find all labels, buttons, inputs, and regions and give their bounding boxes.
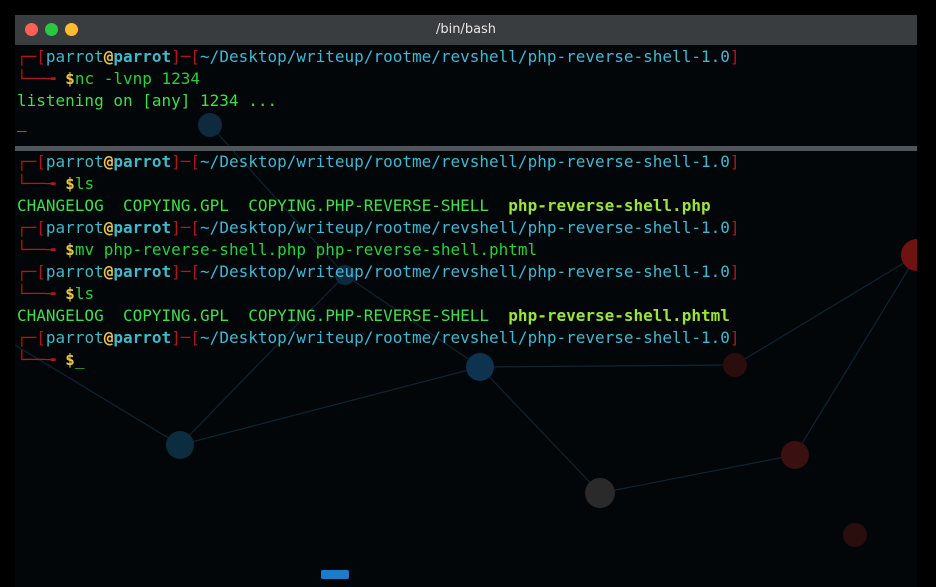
- command-line: └──╼ $mv php-reverse-shell.php php-rever…: [17, 240, 538, 259]
- prompt-line: ┌─[parrot@parrot]─[~/Desktop/writeup/roo…: [17, 328, 740, 347]
- prompt-line: ┌─[parrot@parrot]─[~/Desktop/writeup/roo…: [17, 152, 740, 171]
- window-title: /bin/bash: [435, 22, 497, 37]
- terminal-cursor: _: [17, 113, 27, 132]
- terminal-cursor: _: [74, 350, 85, 369]
- command-line: └──╼ $ls: [17, 284, 95, 303]
- prompt-line: ┌─[parrot@parrot]─[~/Desktop/writeup/roo…: [17, 47, 740, 66]
- title-bar[interactable]: /bin/bash: [15, 15, 917, 45]
- output-line: listening on [any] 1234 ...: [17, 91, 278, 110]
- scrollbar-thumb[interactable]: [321, 570, 349, 579]
- command-line: └──╼ $_: [17, 350, 85, 369]
- terminal-pane-bottom[interactable]: ┌─[parrot@parrot]─[~/Desktop/writeup/roo…: [15, 151, 917, 587]
- command-line: └──╼ $ls: [17, 174, 95, 193]
- prompt-line: ┌─[parrot@parrot]─[~/Desktop/writeup/roo…: [17, 218, 740, 237]
- prompt-line: ┌─[parrot@parrot]─[~/Desktop/writeup/roo…: [17, 262, 740, 281]
- command-line: └──╼ $nc -lvnp 1234: [17, 69, 201, 88]
- ls-output-line: CHANGELOG COPYING.GPL COPYING.PHP-REVERS…: [17, 306, 730, 325]
- pane-splitter[interactable]: [15, 146, 917, 151]
- terminal-pane-top[interactable]: ┌─[parrot@parrot]─[~/Desktop/writeup/roo…: [15, 45, 917, 147]
- terminal-window: /bin/bash ┌─[parrot@parrot]─[~/Desktop/w…: [15, 15, 917, 587]
- ls-output-line: CHANGELOG COPYING.GPL COPYING.PHP-REVERS…: [17, 196, 711, 215]
